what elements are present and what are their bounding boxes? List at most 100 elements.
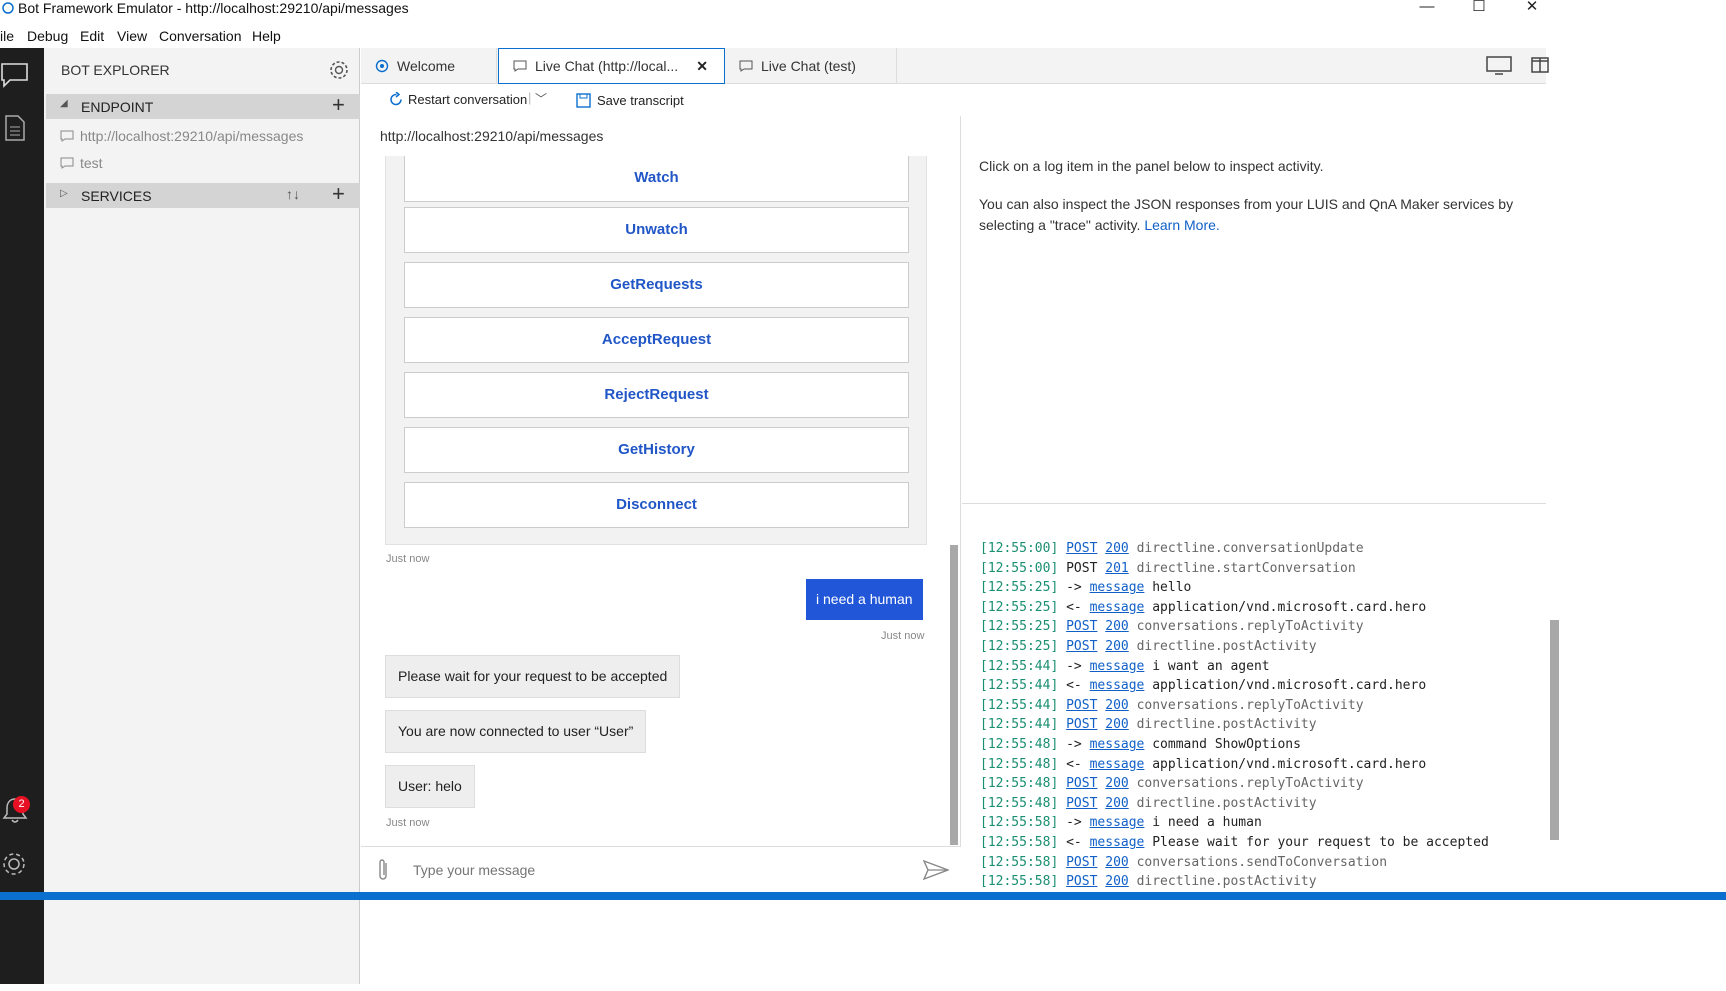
services-section-header[interactable]: ▷ SERVICES ↑↓ + bbox=[46, 181, 360, 208]
log-scrollbar[interactable] bbox=[1550, 620, 1559, 840]
log-status-link[interactable]: message bbox=[1090, 737, 1145, 752]
menu-view[interactable]: View bbox=[117, 28, 147, 44]
document-icon[interactable] bbox=[4, 114, 26, 142]
chat-bubble-icon[interactable] bbox=[0, 60, 30, 88]
chat-scrollbar[interactable] bbox=[950, 545, 958, 845]
log-status-link[interactable]: message bbox=[1090, 835, 1145, 850]
close-tab-icon[interactable]: ✕ bbox=[696, 58, 708, 75]
log-text: application/vnd.microsoft.card.hero bbox=[1152, 678, 1427, 694]
log-direction: <- bbox=[1066, 835, 1082, 850]
log-direction: <- bbox=[1066, 756, 1082, 772]
endpoint-section-header[interactable]: ◢ ENDPOINT + bbox=[46, 92, 360, 119]
menu-debug[interactable]: Debug bbox=[27, 28, 68, 44]
log-timestamp: [12:55:58] bbox=[980, 835, 1059, 850]
bot-message: Please wait for your request to be accep… bbox=[385, 655, 681, 698]
explorer-settings-gear-icon[interactable] bbox=[328, 59, 350, 81]
inspector-hint-3: selecting a "trace" activity. Learn More… bbox=[979, 217, 1220, 233]
log-status-link[interactable]: message bbox=[1090, 815, 1145, 830]
log-status-link[interactable]: message bbox=[1090, 580, 1145, 595]
card-button-watch[interactable]: Watch bbox=[404, 156, 909, 202]
sort-icon[interactable]: ↑↓ bbox=[286, 186, 300, 202]
menu-edit[interactable]: Edit bbox=[80, 28, 104, 44]
log-method-link[interactable]: POST bbox=[1066, 776, 1097, 791]
log-status-link[interactable]: 200 bbox=[1105, 855, 1128, 870]
log-status-link[interactable]: message bbox=[1090, 678, 1145, 693]
log-status-link[interactable]: 200 bbox=[1105, 619, 1128, 634]
log-status-link[interactable]: 200 bbox=[1105, 776, 1128, 791]
log-timestamp: [12:55:44] bbox=[980, 678, 1059, 694]
log-text: i want an agent bbox=[1152, 658, 1270, 674]
send-icon[interactable] bbox=[923, 859, 949, 881]
maximize-button[interactable]: ☐ bbox=[1456, 0, 1502, 16]
card-button-disconnect[interactable]: Disconnect bbox=[404, 482, 909, 528]
tab-live-chat-localhost[interactable]: Live Chat (http://local... ✕ bbox=[498, 48, 725, 84]
log-method-link[interactable]: POST bbox=[1066, 717, 1097, 732]
log-method-link[interactable]: POST bbox=[1066, 855, 1097, 870]
card-button-rejectrequest[interactable]: RejectRequest bbox=[404, 372, 909, 418]
split-view-icon[interactable] bbox=[1531, 57, 1549, 73]
log-text: directline.postActivity bbox=[1136, 795, 1317, 811]
status-bar bbox=[0, 892, 1726, 900]
card-button-unwatch[interactable]: Unwatch bbox=[404, 207, 909, 253]
monitor-icon[interactable] bbox=[1486, 56, 1512, 76]
log-status-link[interactable]: 200 bbox=[1105, 541, 1128, 556]
log-method-link[interactable]: POST bbox=[1066, 874, 1097, 889]
settings-gear-icon[interactable] bbox=[0, 850, 28, 878]
tab-label: Live Chat (test) bbox=[761, 58, 856, 74]
log-method-link[interactable]: POST bbox=[1066, 541, 1097, 556]
refresh-icon bbox=[390, 92, 402, 106]
log-status-link[interactable]: message bbox=[1090, 600, 1145, 615]
menu-conversation[interactable]: Conversation bbox=[159, 28, 242, 44]
log-status-link[interactable]: 200 bbox=[1105, 639, 1128, 654]
card-button-acceptrequest[interactable]: AcceptRequest bbox=[404, 317, 909, 363]
log-timestamp: [12:55:58] bbox=[980, 874, 1059, 890]
paperclip-icon[interactable] bbox=[375, 857, 391, 883]
save-icon bbox=[576, 93, 591, 108]
log-status-link[interactable]: message bbox=[1090, 757, 1145, 772]
add-endpoint-icon[interactable]: + bbox=[332, 92, 345, 118]
log-timestamp: [12:55:00] bbox=[980, 560, 1059, 576]
log-text: conversations.sendToConversation bbox=[1136, 854, 1388, 870]
log-method-link[interactable]: POST bbox=[1066, 698, 1097, 713]
card-button-getrequests[interactable]: GetRequests bbox=[404, 262, 909, 308]
log-status-link[interactable]: 200 bbox=[1105, 717, 1128, 732]
log-timestamp: [12:55:25] bbox=[980, 580, 1059, 596]
learn-more-link[interactable]: Learn More. bbox=[1144, 217, 1219, 233]
toolbar-divider: | bbox=[528, 90, 532, 105]
tab-welcome[interactable]: Welcome bbox=[361, 48, 497, 84]
log-method-link[interactable]: POST bbox=[1066, 619, 1097, 634]
endpoint-item[interactable]: test bbox=[60, 155, 103, 171]
endpoint-item-label: test bbox=[80, 155, 103, 171]
log-timestamp: [12:55:25] bbox=[980, 619, 1059, 635]
log-direction: <- bbox=[1066, 678, 1082, 694]
message-input[interactable] bbox=[413, 857, 903, 883]
tab-live-chat-test[interactable]: Live Chat (test) bbox=[725, 48, 897, 84]
close-window-button[interactable]: ✕ bbox=[1509, 0, 1555, 16]
log-status-link[interactable]: 200 bbox=[1105, 796, 1128, 811]
log-timestamp: [12:55:25] bbox=[980, 639, 1059, 654]
endpoint-item[interactable]: http://localhost:29210/api/messages bbox=[60, 128, 303, 144]
log-status-link[interactable]: message bbox=[1090, 659, 1145, 674]
save-transcript-button[interactable]: Save transcript bbox=[576, 93, 684, 108]
minimize-button[interactable]: — bbox=[1404, 0, 1450, 16]
save-label: Save transcript bbox=[597, 93, 684, 108]
log-timestamp: [12:55:48] bbox=[980, 776, 1059, 792]
log-method-link[interactable]: POST bbox=[1066, 796, 1097, 811]
chevron-down-icon[interactable]: ﹀ bbox=[535, 90, 547, 107]
log-method-link[interactable]: POST bbox=[1066, 639, 1097, 654]
log-text: directline.postActivity bbox=[1136, 874, 1317, 890]
log-timestamp: [12:55:44] bbox=[980, 658, 1059, 674]
log-text: directline.startConversation bbox=[1136, 560, 1356, 576]
card-button-gethistory[interactable]: GetHistory bbox=[404, 427, 909, 473]
tab-label: Live Chat (http://local... bbox=[535, 58, 679, 74]
log-status-link[interactable]: 201 bbox=[1105, 561, 1128, 576]
hero-card: Watch Unwatch GetRequests AcceptRequest … bbox=[385, 156, 927, 545]
restart-conversation-button[interactable]: Restart conversation bbox=[389, 92, 527, 107]
log-status-link[interactable]: 200 bbox=[1105, 698, 1128, 713]
log-row: [12:55:44] POST 200 directline.postActiv… bbox=[980, 717, 1317, 732]
add-service-icon[interactable]: + bbox=[332, 181, 345, 207]
log-status-link[interactable]: 200 bbox=[1105, 874, 1128, 889]
menu-file[interactable]: ile bbox=[0, 28, 14, 44]
message-timestamp: Just now bbox=[386, 817, 430, 829]
menu-help[interactable]: Help bbox=[252, 28, 281, 44]
